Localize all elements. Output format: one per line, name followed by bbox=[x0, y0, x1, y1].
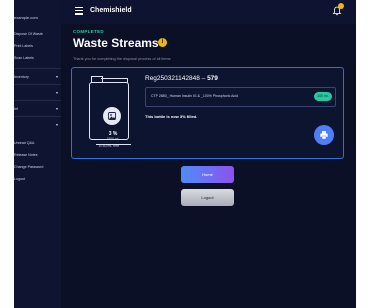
menu-icon[interactable] bbox=[75, 7, 83, 15]
chemical-name: CTP 2880_ Human Insulin IG & _100% Phosp… bbox=[151, 94, 238, 98]
fill-message: This bottle is now 3% filled. bbox=[145, 114, 198, 119]
top-bar: Chemishield bbox=[61, 0, 356, 24]
chevron-down-icon: ▾ bbox=[55, 122, 58, 127]
sidebar-group-inventory[interactable]: Inventory ▾ bbox=[14, 68, 61, 85]
app-title: Chemishield bbox=[90, 7, 132, 14]
home-button[interactable]: Home bbox=[181, 166, 234, 183]
logout-button[interactable]: Logout bbox=[181, 189, 234, 206]
sidebar-item-print-labels[interactable]: Print Labels bbox=[14, 44, 33, 48]
app-window: example.com Dispose Of Waste Print Label… bbox=[0, 0, 370, 308]
chevron-down-icon: ▾ bbox=[55, 74, 58, 79]
chevron-down-icon: ▾ bbox=[55, 106, 58, 111]
sidebar-group-label: Inf bbox=[14, 107, 18, 111]
sidebar-item-scan-labels[interactable]: Scan Labels bbox=[14, 56, 34, 60]
waste-stream-card: 3 % 1500 ml. 5750 ml. free Reg2503211428… bbox=[71, 67, 344, 159]
sidebar-item-dispose-waste[interactable]: Dispose Of Waste bbox=[14, 32, 43, 36]
page-subtitle: Thank you for completing the disposal pr… bbox=[73, 57, 171, 61]
sidebar: example.com Dispose Of Waste Print Label… bbox=[14, 0, 61, 308]
chemical-amount-badge: 100 ml. bbox=[314, 92, 332, 101]
fill-volume: 1500 ml. bbox=[106, 137, 120, 141]
chevron-down-icon: ▾ bbox=[55, 90, 58, 95]
sidebar-item-change-password[interactable]: Change Password bbox=[14, 165, 43, 169]
reg-count: 579 bbox=[207, 75, 218, 82]
sidebar-group-2[interactable]: ▾ bbox=[14, 84, 61, 101]
sidebar-item-release-notes[interactable]: Release Notes bbox=[14, 153, 38, 157]
info-icon[interactable]: i bbox=[158, 38, 167, 47]
sidebar-item-logout[interactable]: Logout bbox=[14, 177, 25, 181]
status-label: COMPLETED bbox=[73, 29, 104, 34]
reg-id: Reg250321142848 bbox=[145, 75, 200, 82]
bottle-graphic: 3 % 1500 ml. 5750 ml. free bbox=[85, 74, 133, 152]
sidebar-email: example.com bbox=[14, 15, 38, 20]
image-icon bbox=[103, 107, 121, 125]
registration-id: Reg250321142848 – 579 bbox=[145, 75, 218, 82]
sidebar-group-3[interactable]: Inf ▾ bbox=[14, 100, 61, 117]
chemical-item: CTP 2880_ Human Insulin IG & _100% Phosp… bbox=[145, 87, 336, 107]
print-button[interactable] bbox=[314, 125, 334, 145]
notification-badge bbox=[338, 3, 344, 9]
main-content: Chemishield COMPLETED Waste Streams i Th… bbox=[61, 0, 356, 308]
free-volume: 5750 ml. free bbox=[98, 144, 120, 148]
printer-icon bbox=[320, 131, 328, 140]
page-title: Waste Streams bbox=[73, 36, 159, 50]
sidebar-item-unread-qa[interactable]: Unread Q&A bbox=[14, 141, 34, 145]
sidebar-group-label: Inventory bbox=[14, 75, 29, 79]
sidebar-group-4[interactable]: ▾ bbox=[14, 116, 61, 133]
